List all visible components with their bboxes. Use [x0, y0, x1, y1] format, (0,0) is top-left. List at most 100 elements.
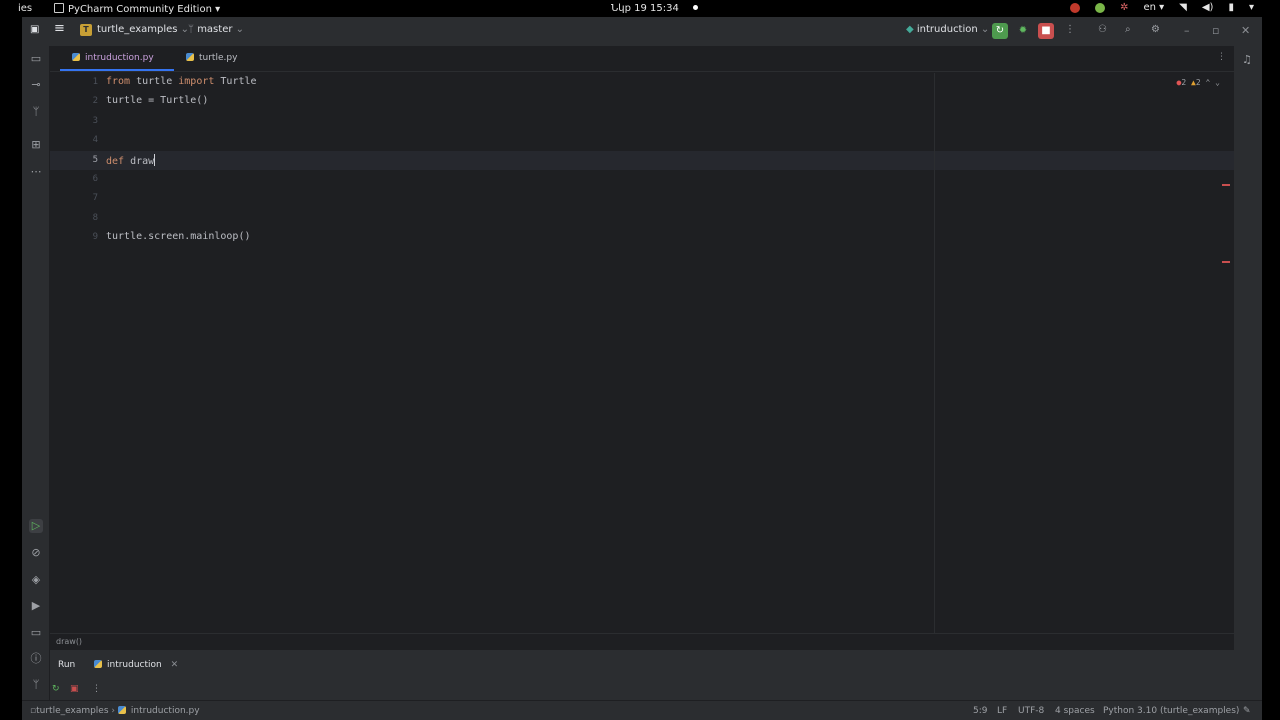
run-tool-icon[interactable]: ▷ [29, 519, 43, 533]
notifications-icon[interactable]: ♫ [1242, 53, 1252, 66]
rerun-icon[interactable]: ↻ [52, 684, 60, 694]
stop-button[interactable]: ■ [1038, 23, 1054, 39]
caret-position[interactable]: 5:9 [973, 706, 987, 716]
line-number: 3 [92, 115, 98, 126]
version-control-icon[interactable]: ᛘ [29, 678, 43, 692]
branch-icon: ᛘ [188, 24, 194, 35]
run-config-selector[interactable]: ◆ intruduction ⌄ [906, 24, 989, 35]
more-actions-icon[interactable]: ⋮ [92, 684, 101, 694]
more-tools-icon[interactable]: ⋯ [29, 165, 43, 179]
main-toolbar: ▣ ≡ Tturtle_examples ⌄ ᛘ master ⌄ ◆ intr… [22, 17, 1262, 46]
pycharm-window: ▣ ≡ Tturtle_examples ⌄ ᛘ master ⌄ ◆ intr… [22, 17, 1262, 720]
python-packages-icon[interactable]: ◈ [29, 573, 43, 587]
app-menu[interactable]: PyCharm Community Edition ▾ [54, 3, 220, 15]
chevron-down-icon: ⌄ [980, 24, 990, 35]
code-line[interactable]: turtle = Turtle() [106, 95, 208, 106]
error-stripe-mark[interactable] [1222, 261, 1230, 263]
code-line[interactable]: def draw [106, 153, 156, 167]
more-actions-icon[interactable]: ⋮ [1065, 24, 1075, 35]
line-number: 7 [92, 193, 98, 204]
tab-intruduction-py[interactable]: intruduction.py [60, 53, 174, 71]
minimize-icon[interactable]: – [1184, 24, 1190, 37]
clock[interactable]: Նկp 19 15:34 [611, 3, 698, 14]
python-console-icon[interactable]: ⊘ [29, 546, 43, 560]
line-number: 5 [92, 154, 98, 165]
python-file-icon [72, 53, 80, 61]
keyword-token: import [178, 76, 215, 87]
close-icon[interactable]: ✕ [171, 660, 179, 670]
update-icon[interactable] [1095, 2, 1106, 13]
bug-icon[interactable]: ✲ [1120, 2, 1128, 13]
pull-requests-icon[interactable]: ᛘ [29, 105, 43, 119]
services-icon[interactable]: ▶ [29, 599, 43, 613]
gear-icon[interactable]: ⚙ [1151, 24, 1160, 35]
run-config-name: intruduction [916, 24, 978, 35]
folder-icon[interactable]: ▭ [29, 52, 43, 66]
tab-turtle-py[interactable]: turtle.py [186, 53, 237, 63]
close-icon[interactable]: ✕ [1241, 24, 1250, 37]
tab-label: intruduction.py [85, 53, 154, 63]
code-line[interactable]: from turtle import Turtle [106, 76, 257, 87]
activities-button[interactable]: ies [18, 3, 32, 14]
breadcrumb-label: draw() [56, 637, 83, 646]
indent-setting[interactable]: 4 spaces [1055, 706, 1095, 716]
code-editor[interactable]: ●2 ▲2 ⌃ ⌄ 1 from turtle import Turtle 2 tur… [50, 73, 1234, 633]
line-separator[interactable]: LF [997, 706, 1007, 716]
chevron-down-icon[interactable]: ⌄ [1215, 78, 1220, 87]
inspection-widget[interactable]: ●2 ▲2 ⌃ ⌄ [1177, 78, 1220, 87]
pycharm-icon [54, 3, 64, 13]
branch-selector[interactable]: ᛘ master ⌄ [188, 24, 244, 35]
file-encoding[interactable]: UTF-8 [1018, 706, 1044, 716]
language-selector[interactable]: en ▾ [1143, 2, 1164, 13]
code-token: turtle.screen.mainloop() [106, 231, 251, 243]
code-token: Turtle [214, 76, 257, 87]
app-menu-label: PyCharm Community Edition ▾ [68, 4, 221, 15]
wifi-icon[interactable]: ◥ [1179, 2, 1187, 13]
python-file-icon [117, 706, 126, 714]
chevron-up-icon[interactable]: ⌃ [1206, 78, 1211, 87]
current-line-highlight [50, 150, 1234, 170]
editor-breadcrumb[interactable]: draw() [50, 633, 1234, 649]
warning-count: 2 [1195, 78, 1201, 87]
record-icon[interactable] [1070, 2, 1081, 13]
add-user-icon[interactable]: ⚇ [1098, 24, 1107, 35]
structure-icon[interactable]: ⊞ [29, 138, 43, 152]
problems-icon[interactable]: ⓘ [29, 652, 43, 666]
project-selector[interactable]: Tturtle_examples ⌄ [80, 24, 189, 36]
code-token: draw [124, 155, 155, 167]
status-path[interactable]: ▫turtle_examples › intruduction.py [30, 706, 200, 716]
run-tab-intruduction[interactable]: intruduction ✕ [94, 660, 178, 670]
volume-icon[interactable]: ◀) [1202, 2, 1214, 13]
editor-tabs: intruduction.py turtle.py ⋮ [50, 46, 1234, 72]
python-interpreter[interactable]: Python 3.10 (turtle_examples) [1103, 706, 1239, 716]
status-bar: ▫turtle_examples › intruduction.py 5:9 L… [22, 700, 1262, 720]
pycharm-logo-icon[interactable]: ▣ [30, 24, 39, 35]
tab-options-icon[interactable]: ⋮ [1217, 52, 1226, 62]
error-stripe-mark[interactable] [1222, 184, 1230, 186]
line-number: 2 [92, 96, 98, 107]
run-tab-label: intruduction [107, 660, 162, 670]
debug-button[interactable]: ✹ [1015, 23, 1031, 39]
code-line[interactable]: turtle.screen.mainloop() [106, 231, 251, 242]
right-margin-guide [934, 73, 935, 633]
system-tray: ✲ en ▾ ◥ ◀) ▮ ▾ [1070, 2, 1254, 13]
run-panel-title: Run [58, 660, 76, 670]
run-panel: Run intruduction ✕ ↻ ▣ ⋮ [50, 649, 1234, 700]
system-menu-icon[interactable]: ▾ [1249, 2, 1254, 13]
readonly-toggle-icon[interactable]: ✎ [1243, 706, 1251, 716]
line-number: 8 [92, 212, 98, 223]
terminal-icon[interactable]: ▭ [29, 626, 43, 640]
search-icon[interactable]: ⌕ [1125, 24, 1131, 35]
main-menu-icon[interactable]: ≡ [54, 21, 65, 36]
maximize-icon[interactable]: ▫ [1212, 24, 1219, 37]
left-tool-strip: ▭ ⊸ ᛘ ⊞ ⋯ ▷ ⊘ ◈ ▶ ▭ ⓘ ᛘ [22, 46, 50, 700]
line-number: 6 [92, 174, 98, 184]
stop-icon[interactable]: ▣ [70, 684, 79, 694]
chevron-down-icon: ⌄ [235, 24, 245, 35]
rerun-button[interactable]: ↻ [992, 23, 1008, 39]
code-token: turtle = Turtle() [106, 95, 209, 107]
text-caret [154, 153, 156, 166]
line-number: 1 [92, 77, 98, 87]
battery-icon[interactable]: ▮ [1228, 2, 1234, 13]
commit-icon[interactable]: ⊸ [29, 78, 43, 92]
